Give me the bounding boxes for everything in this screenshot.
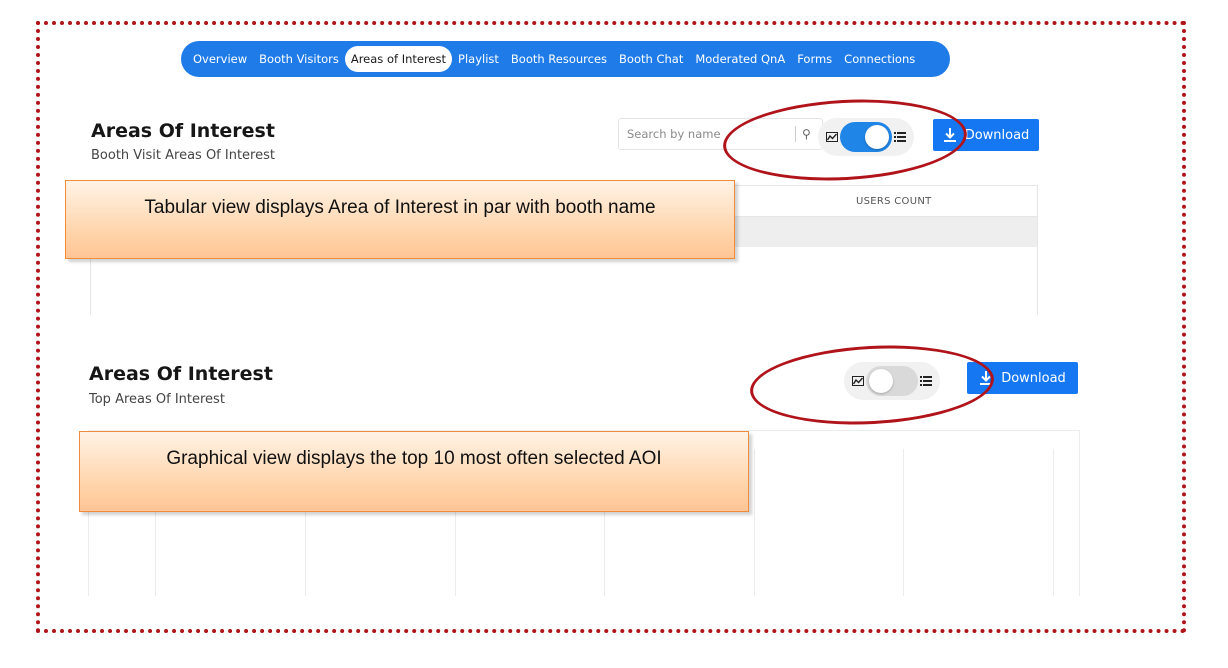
callout-tabular: Tabular view displays Area of Interest i… [65,180,735,259]
callout-graphical: Graphical view displays the top 10 most … [79,431,749,512]
view-switch[interactable] [840,122,892,152]
search-input[interactable] [625,126,789,142]
tab-booth-resources[interactable]: Booth Resources [505,46,613,72]
search-divider [795,126,796,142]
column-users-count[interactable]: USERS COUNT [856,196,932,207]
download-icon [980,371,993,385]
tab-moderated-qna[interactable]: Moderated QnA [689,46,791,72]
tab-playlist[interactable]: Playlist [452,46,505,72]
tab-booth-visitors[interactable]: Booth Visitors [253,46,345,72]
view-toggle-table [818,118,914,156]
callout-tabular-text: Tabular view displays Area of Interest i… [144,197,656,218]
tab-overview[interactable]: Overview [187,46,253,72]
tab-forms[interactable]: Forms [791,46,838,72]
tab-areas-of-interest[interactable]: Areas of Interest [344,46,453,72]
search-icon[interactable]: ⚲ [802,127,811,141]
download-label: Download [964,127,1030,143]
chart-icon[interactable] [826,132,838,142]
grid-line [1053,449,1054,596]
tab-connections[interactable]: Connections [838,46,921,72]
page-subtitle: Booth Visit Areas Of Interest [91,148,275,163]
download-icon [943,128,956,142]
view-switch[interactable] [866,366,918,396]
download-button-graph[interactable]: Download [967,362,1078,394]
page-title: Areas Of Interest [91,120,275,142]
chart-icon[interactable] [852,376,864,386]
tab-bar: Overview Booth Visitors Areas of Interes… [181,41,950,77]
switch-knob [865,125,889,149]
section-subtitle-graph: Top Areas Of Interest [89,392,225,407]
switch-knob [869,369,893,393]
grid-line [903,449,904,596]
tab-booth-chat[interactable]: Booth Chat [613,46,689,72]
download-button[interactable]: Download [933,119,1039,151]
download-label: Download [1001,370,1066,386]
grid-line [754,449,755,596]
list-icon[interactable] [920,376,932,386]
section-title-graph: Areas Of Interest [89,363,273,385]
callout-graphical-text: Graphical view displays the top 10 most … [166,448,662,469]
search-box: ⚲ [618,118,823,150]
list-icon[interactable] [894,132,906,142]
view-toggle-graph [844,362,940,400]
